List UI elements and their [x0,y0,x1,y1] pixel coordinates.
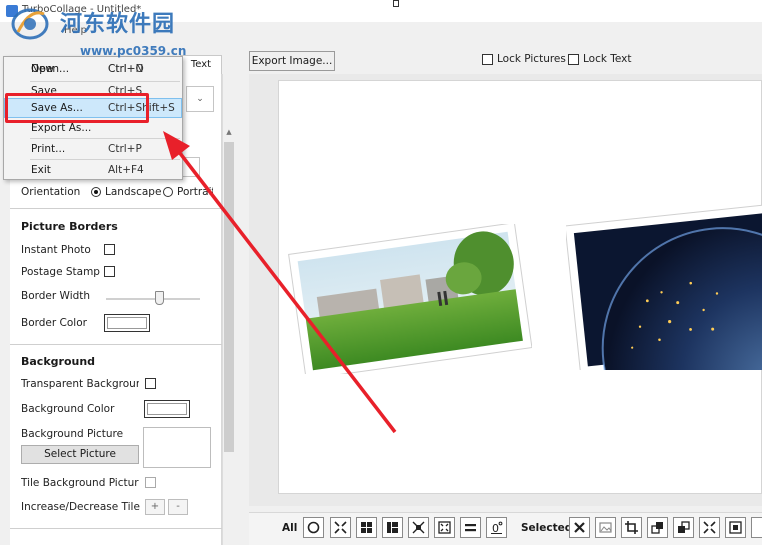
section-divider [10,208,222,209]
watermark-logo [11,8,49,40]
tile-background-label: Tile Background Pictur [21,477,139,489]
grid-2x2-icon[interactable] [356,517,377,538]
lock-pictures-label: Lock Pictures [497,53,566,65]
portrait-label: Portrait [177,186,213,198]
orientation-label: Orientation [21,186,81,198]
border-width-slider-track[interactable] [106,298,200,300]
background-color-label: Background Color [21,403,115,415]
instant-photo-checkbox[interactable] [104,244,115,255]
crop-icon[interactable] [621,517,642,538]
landscape-label: Landscape [105,186,162,198]
menu-item-shortcut: Alt+F4 [108,164,144,176]
portrait-radio[interactable] [163,187,173,197]
transparent-background-checkbox[interactable] [145,378,156,389]
landscape-radio[interactable] [91,187,101,197]
lock-text-label: Lock Text [583,53,632,65]
shuffle-circle-icon[interactable] [303,517,324,538]
menu-item-label: Open... [31,63,70,75]
cursor-caret [393,0,399,7]
lock-pictures-checkbox[interactable] [482,54,493,65]
watermark-title: 河东软件园 [60,12,176,37]
collage-photo-campus[interactable] [288,224,532,374]
menu-item-label: Print... [31,143,66,155]
background-title: Background [21,355,96,368]
menu-item-open[interactable]: Open... Ctrl+O [4,59,182,79]
selected-label: Selected [521,522,573,534]
background-color-swatch[interactable] [144,400,190,418]
chevron-down-icon[interactable]: ⌄ [182,157,200,177]
tile-background-checkbox[interactable] [145,477,156,488]
delete-icon[interactable] [569,517,590,538]
border-width-label: Border Width [21,290,91,302]
menu-item-label: Export As... [31,122,92,134]
more-icon[interactable] [751,517,762,538]
menu-item-label: Exit [31,164,51,176]
postage-stamp-checkbox[interactable] [104,266,115,277]
background-picture-label: Background Picture [21,428,124,440]
scroll-up-icon[interactable]: ▲ [224,128,234,138]
grid-layout-icon[interactable] [382,517,403,538]
select-picture-button[interactable]: Select Picture [21,445,139,464]
spread-icon[interactable] [434,517,455,538]
rotate-zero-icon[interactable]: 0 [486,517,507,538]
scroll-thumb[interactable] [224,142,234,452]
collage-photo-earth[interactable] [566,204,762,370]
send-back-icon[interactable] [673,517,694,538]
annotation-highlight-box [5,93,149,123]
tile-decrease-button[interactable]: - [168,499,188,515]
border-color-label: Border Color [21,317,87,329]
picture-borders-title: Picture Borders [21,220,118,233]
expand-icon[interactable] [699,517,720,538]
menu-item-shortcut: Ctrl+P [108,143,142,155]
increase-decrease-tile-label: Increase/Decrease Tile [21,501,140,513]
background-picture-preview [143,427,211,468]
menu-item-exit[interactable]: Exit Alt+F4 [4,160,182,180]
export-image-button[interactable]: Export Image... [249,51,335,71]
all-label: All [282,522,298,534]
menu-item-print[interactable]: Print... Ctrl+P [4,139,182,159]
postage-stamp-label: Postage Stamp [21,266,100,278]
border-width-slider-thumb[interactable] [155,291,164,305]
bring-front-icon[interactable] [647,517,668,538]
section-divider [10,344,222,345]
transparent-background-label: Transparent Backgrour [21,378,139,390]
chevron-down-icon[interactable]: ⌄ [186,86,214,112]
compact-icon[interactable] [408,517,429,538]
border-color-swatch[interactable] [104,314,150,332]
watermark-url: www.pc0359.cn [80,44,187,58]
menu-item-shortcut: Ctrl+O [108,63,144,75]
fit-expand-icon[interactable] [330,517,351,538]
align-equal-icon[interactable] [460,517,481,538]
lock-text-checkbox[interactable] [568,54,579,65]
shrink-icon[interactable] [725,517,746,538]
instant-photo-label: Instant Photo [21,244,91,256]
section-divider [10,528,222,529]
tile-increase-button[interactable]: + [145,499,165,515]
replace-image-icon[interactable] [595,517,616,538]
